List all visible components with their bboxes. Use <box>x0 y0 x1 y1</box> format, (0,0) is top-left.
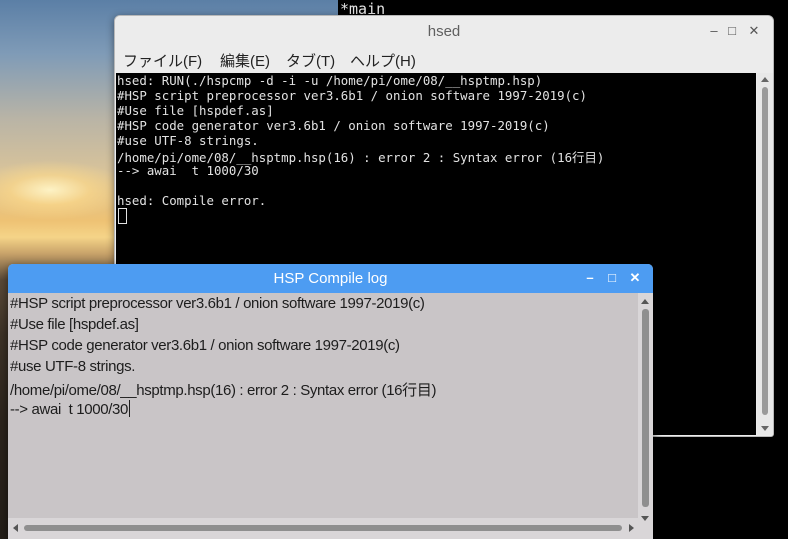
close-icon[interactable]: ✕ <box>745 22 763 40</box>
scrollbar-corner <box>638 525 653 539</box>
compile-log-titlebar[interactable]: HSP Compile log – □ ✕ <box>8 264 653 293</box>
wallpaper-sun <box>0 160 130 220</box>
scrollbar-thumb[interactable] <box>642 309 649 507</box>
menu-tab[interactable]: タブ(T) <box>286 50 335 71</box>
scrollbar-thumb[interactable] <box>24 525 622 531</box>
terminal-line: hsed: RUN(./hspcmp -d -i -u /home/pi/ome… <box>117 73 543 88</box>
scroll-down-icon[interactable] <box>761 426 769 431</box>
log-line-text: --> awai t 1000/30 <box>10 401 129 418</box>
log-line: #HSP code generator ver3.6b1 / onion sof… <box>10 337 400 354</box>
log-line: #HSP script preprocessor ver3.6b1 / onio… <box>10 295 425 312</box>
terminal-line: #use UTF-8 strings. <box>117 133 259 148</box>
scroll-down-icon[interactable] <box>641 516 649 521</box>
log-line-last: --> awai t 1000/30 <box>10 400 131 418</box>
text-cursor <box>129 400 131 417</box>
log-line: #Use file [hspdef.as] <box>10 316 139 333</box>
terminal-cursor <box>118 208 127 224</box>
minimize-icon[interactable]: – <box>705 22 723 40</box>
scrollbar-thumb[interactable] <box>762 87 768 415</box>
compile-log-title: HSP Compile log <box>273 270 388 287</box>
terminal-line: #Use file [hspdef.as] <box>117 103 274 118</box>
terminal-line: hsed: Compile error. <box>117 193 267 208</box>
scroll-right-icon[interactable] <box>629 524 634 532</box>
scroll-left-icon[interactable] <box>13 524 18 532</box>
menu-edit[interactable]: 編集(E) <box>220 50 270 71</box>
scroll-up-icon[interactable] <box>761 77 769 82</box>
compile-log-window: HSP Compile log – □ ✕ #HSP script prepro… <box>8 264 653 539</box>
terminal-line: #HSP script preprocessor ver3.6b1 / onio… <box>117 88 587 103</box>
scroll-up-icon[interactable] <box>641 299 649 304</box>
hsed-vertical-scrollbar[interactable] <box>757 73 773 435</box>
compile-log-vertical-scrollbar[interactable] <box>638 293 653 525</box>
log-line: /home/pi/ome/08/__hsptmp.hsp(16) : error… <box>10 382 437 399</box>
hsed-menubar: ファイル(F) 編集(E) タブ(T) ヘルプ(H) <box>115 47 773 73</box>
compile-log-horizontal-scrollbar[interactable] <box>8 518 638 539</box>
maximize-icon[interactable]: □ <box>603 269 621 287</box>
menu-help[interactable]: ヘルプ(H) <box>350 50 416 71</box>
log-line: #use UTF-8 strings. <box>10 358 136 375</box>
maximize-icon[interactable]: □ <box>723 22 741 40</box>
menu-file[interactable]: ファイル(F) <box>123 50 202 71</box>
close-icon[interactable]: ✕ <box>626 269 644 287</box>
terminal-line: #HSP code generator ver3.6b1 / onion sof… <box>117 118 550 133</box>
minimize-icon[interactable]: – <box>581 269 599 287</box>
terminal-line: --> awai t 1000/30 <box>117 163 259 178</box>
compile-log-textarea[interactable]: #HSP script preprocessor ver3.6b1 / onio… <box>8 293 638 518</box>
hsed-titlebar[interactable]: hsed – □ ✕ <box>115 16 773 47</box>
hsed-window-title: hsed <box>427 23 461 40</box>
